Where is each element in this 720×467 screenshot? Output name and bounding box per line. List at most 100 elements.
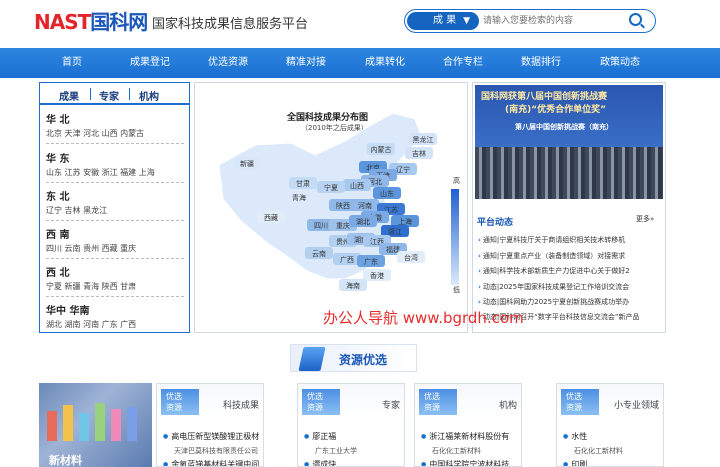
china-distribution-map: 全国科技成果分布图 （2010年之后成果） 黑龙江吉林辽宁内蒙古北京天津河北山西…	[194, 82, 468, 333]
province-label[interactable]: 台湾	[404, 253, 418, 262]
province-label[interactable]: 四川	[314, 222, 328, 230]
province-label[interactable]: 山东	[380, 189, 394, 198]
group-photo	[475, 147, 663, 199]
province-label[interactable]: 山西	[350, 181, 364, 190]
caret-down-icon: ▼	[463, 16, 470, 26]
province-label[interactable]: 新疆	[240, 159, 254, 168]
nav-rankings[interactable]: 数据排行	[521, 48, 561, 78]
province-label[interactable]: 云南	[312, 249, 326, 258]
province-label[interactable]: 吉林	[412, 149, 426, 158]
region-southwest-cities[interactable]: 四川 云南 贵州 西藏 重庆	[46, 243, 136, 254]
card-item[interactable]: 浙江福莱新材料股份有	[421, 431, 509, 442]
platform-news-title: 平台动态	[477, 218, 514, 228]
province-label[interactable]: 重庆	[336, 221, 350, 230]
nav-home[interactable]: 首页	[62, 48, 82, 78]
region-southwest[interactable]: 西 南	[46, 226, 69, 241]
award-banner[interactable]: 国科网获第八届中国创新挑战赛 (南充)“优秀合作单位奖” 第八届中国创新挑战赛（…	[475, 85, 663, 199]
card-item[interactable]: 高电压新型镁酸锂正极材	[163, 431, 259, 442]
tab-experts[interactable]: 专家	[99, 88, 119, 103]
province-label[interactable]: 甘肃	[296, 179, 310, 188]
province-label[interactable]: 浙江	[388, 227, 402, 236]
header: NAST国科网 国家科技成果信息服务平台 成 果 ▼	[0, 0, 720, 48]
card-item[interactable]: 中国科学院宁波材料技	[421, 459, 509, 466]
region-northwest[interactable]: 西 北	[46, 264, 69, 279]
resource-card-experts[interactable]: 优选资源 专家 廖正福 广东工业大学 谭成快	[297, 383, 405, 467]
news-item[interactable]: › 通知|宁夏重点产业（装备制造领域）对接需求	[478, 251, 658, 261]
news-panel: 国科网获第八届中国创新挑战赛 (南充)“优秀合作单位奖” 第八届中国创新挑战赛（…	[472, 82, 666, 333]
nav-registration[interactable]: 成果登记	[130, 48, 170, 78]
banner-title-2: (南充)“优秀合作单位奖”	[505, 105, 607, 115]
province-label[interactable]: 辽宁	[396, 165, 410, 174]
card-item-sub: 石化化工新材料	[432, 447, 481, 455]
province-label[interactable]: 香港	[370, 271, 384, 280]
nav-matching[interactable]: 精准对接	[286, 48, 326, 78]
card-item[interactable]: 谭成快	[304, 459, 336, 466]
province-label[interactable]: 河南	[358, 201, 372, 210]
banner-event-name: 第八届中国创新挑战赛（南充）	[515, 123, 613, 131]
tab-divider	[129, 88, 130, 100]
province-label[interactable]: 内蒙古	[371, 145, 392, 154]
region-northeast-cities[interactable]: 辽宁 吉林 黑龙江	[46, 205, 107, 216]
card-item[interactable]: 金氧蓝锑基材料关键中间	[163, 459, 259, 466]
region-tabs: 成果 专家 机构	[40, 83, 189, 105]
search-icon[interactable]	[629, 13, 642, 26]
news-item[interactable]: › 通知|宁夏科技厅关于商请组织相关技术转移机	[478, 235, 658, 245]
province-label[interactable]: 黑龙江	[413, 135, 434, 144]
province-label[interactable]: 青海	[292, 193, 306, 202]
card-item[interactable]: 水性	[563, 431, 587, 442]
main-nav: 首页 成果登记 优选资源 精准对接 成果转化 合作专栏 数据排行 政策动态	[0, 48, 720, 78]
banner-title-1: 国科网获第八届中国创新挑战赛	[481, 92, 608, 102]
featured-tag: 优选 资源	[561, 389, 599, 415]
region-north[interactable]: 华 北	[46, 111, 69, 126]
province-label[interactable]: 海南	[346, 281, 360, 290]
nav-policy[interactable]: 政策动态	[600, 48, 640, 78]
section-header: 资源优选	[290, 344, 417, 372]
search-input[interactable]	[483, 12, 623, 30]
region-central-south[interactable]: 华中 华南	[46, 302, 89, 317]
featured-tag: 优选 资源	[161, 389, 199, 415]
region-northeast[interactable]: 东 北	[46, 188, 69, 203]
nav-transfer[interactable]: 成果转化	[365, 48, 405, 78]
province-label[interactable]: 上海	[398, 217, 412, 226]
card-item-sub: 天津巴莫科技有限责任公司	[174, 447, 258, 455]
news-item[interactable]: › 通知|科学技术部新质生产力促进中心关于做好2	[478, 266, 658, 276]
divider	[46, 220, 184, 221]
legend-high-label: 高	[453, 177, 460, 185]
legend-gradient	[451, 189, 459, 285]
watermark: 办公人导航 www.bgrdh.com	[323, 309, 524, 327]
tab-achievements[interactable]: 成果	[59, 88, 79, 103]
divider	[46, 143, 184, 144]
region-north-cities[interactable]: 北京 天津 河北 山西 内蒙古	[46, 128, 144, 139]
province-label[interactable]: 西藏	[264, 213, 278, 222]
province-label[interactable]: 广东	[364, 257, 378, 266]
site-logo[interactable]: NAST国科网	[34, 6, 148, 35]
news-item[interactable]: › 动态|国科网助力2025宁夏创新挑战赛成功举办	[478, 297, 658, 307]
tab-institutions[interactable]: 机构	[139, 88, 159, 103]
map-canvas: 黑龙江吉林辽宁内蒙古北京天津河北山西山东新疆西藏青海甘肃宁夏陕西河南江苏安徽上海…	[218, 112, 437, 291]
section-title: 资源优选	[339, 353, 388, 367]
tab-divider	[90, 88, 91, 100]
region-east-cities[interactable]: 山东 江苏 安徽 浙江 福建 上海	[46, 167, 155, 178]
news-item[interactable]: › 动态|2025年国家科技成果登记工作培训交流会	[478, 282, 658, 292]
province-label[interactable]: 宁夏	[324, 183, 338, 192]
resource-card-institutions[interactable]: 优选资源 机构 浙江福莱新材料股份有 石化化工新材料 中国科学院宁波材料技	[414, 383, 522, 467]
nav-resources[interactable]: 优选资源	[208, 48, 248, 78]
province-label[interactable]: 湖北	[356, 217, 370, 226]
category-image-card[interactable]: 新材料	[39, 383, 152, 467]
region-east[interactable]: 华 东	[46, 150, 69, 165]
featured-tag: 优选 资源	[302, 389, 340, 415]
region-northwest-cities[interactable]: 宁夏 新疆 青海 陕西 甘肃	[46, 281, 136, 292]
resource-card-achievements[interactable]: 优选资源 科技成果 高电压新型镁酸锂正极材 天津巴莫科技有限责任公司 金氧蓝锑基…	[156, 383, 264, 467]
card-item[interactable]: 印刷	[563, 459, 587, 466]
more-link[interactable]: 更多»	[636, 214, 654, 224]
province-label[interactable]: 陕西	[336, 201, 350, 210]
divider	[46, 182, 184, 183]
nav-cooperation[interactable]: 合作专栏	[443, 48, 483, 78]
card-item[interactable]: 廖正福	[304, 431, 336, 442]
province-label[interactable]: 广西	[340, 255, 354, 264]
card-item-sub: 广东工业大学	[315, 447, 357, 455]
search-category-select[interactable]: 成 果 ▼	[407, 12, 479, 30]
divider	[46, 296, 184, 297]
resource-card-specialty[interactable]: 优选资源 小专业领域 水性 石化化工新材料 印刷	[556, 383, 664, 467]
region-central-south-cities[interactable]: 湖北 湖南 河南 广东 广西	[46, 319, 136, 330]
